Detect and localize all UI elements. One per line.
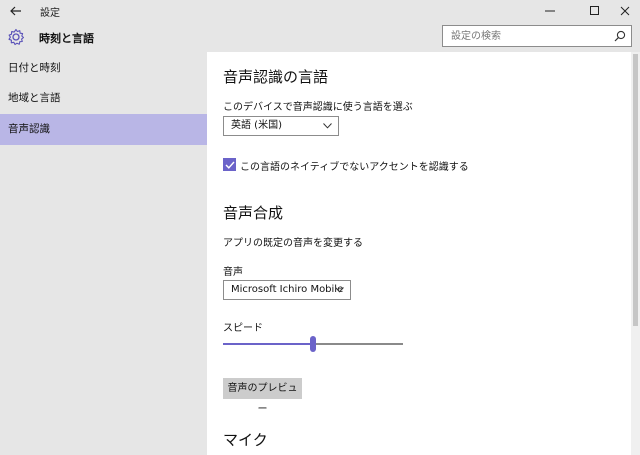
close-button[interactable] <box>610 0 640 22</box>
minimize-button[interactable] <box>535 0 565 22</box>
sidebar-item-label: 日付と時刻 <box>8 62 61 74</box>
search-icon[interactable] <box>614 30 626 42</box>
microphone-heading: マイク <box>223 431 268 449</box>
voice-preview-button[interactable]: 音声のプレビュー <box>223 378 302 415</box>
checkmark-icon <box>225 161 235 169</box>
speed-slider-thumb[interactable] <box>310 336 316 352</box>
sidebar-item-speech[interactable]: 音声認識 <box>0 114 207 145</box>
speech-language-dropdown[interactable]: 英語 (米国) <box>223 116 339 136</box>
tts-heading: 音声合成 <box>223 204 284 222</box>
main-content: 音声認識の言語 このデバイスで音声認識に使う言語を選ぶ 英語 (米国) この言語… <box>207 52 631 455</box>
arrow-left-icon <box>10 6 21 16</box>
window-title: 設定 <box>40 8 60 19</box>
maximize-button[interactable] <box>580 0 610 22</box>
chevron-down-icon <box>335 287 344 293</box>
speed-slider[interactable] <box>223 334 403 354</box>
speech-language-selected: 英語 (米国) <box>231 120 282 131</box>
title-bar: 設定 <box>0 0 640 22</box>
speech-language-label: このデバイスで音声認識に使う言語を選ぶ <box>223 102 413 113</box>
minimize-icon <box>545 10 555 12</box>
voice-selected: Microsoft Ichiro Mobile <box>231 284 344 295</box>
tts-description: アプリの既定の音声を変更する <box>223 238 363 249</box>
voice-dropdown[interactable]: Microsoft Ichiro Mobile <box>223 280 351 300</box>
back-button[interactable] <box>0 0 32 22</box>
speed-slider-fill <box>223 343 310 345</box>
accent-checkbox[interactable] <box>223 158 236 171</box>
gear-icon <box>8 28 25 46</box>
speed-slider-track <box>316 343 403 345</box>
settings-header: 時刻と言語 <box>0 22 640 52</box>
maximize-icon <box>590 6 599 15</box>
accent-checkbox-label: この言語のネイティブでないアクセントを認識する <box>240 162 469 173</box>
scrollbar[interactable] <box>631 52 640 455</box>
search-input[interactable] <box>443 26 603 46</box>
speech-language-heading: 音声認識の言語 <box>223 68 329 86</box>
close-icon <box>620 6 630 16</box>
page-title: 時刻と言語 <box>39 32 94 45</box>
sidebar-item-label: 地域と言語 <box>8 92 61 104</box>
voice-label: 音声 <box>223 267 243 278</box>
speed-label: スピード <box>223 323 263 334</box>
sidebar-item-date-time[interactable]: 日付と時刻 <box>0 53 207 84</box>
search-box[interactable] <box>442 25 632 47</box>
sidebar-item-region-language[interactable]: 地域と言語 <box>0 83 207 114</box>
sidebar: 日付と時刻 地域と言語 音声認識 <box>0 52 207 455</box>
scrollbar-thumb[interactable] <box>633 54 638 326</box>
chevron-down-icon <box>323 123 332 129</box>
sidebar-item-label: 音声認識 <box>8 123 50 135</box>
